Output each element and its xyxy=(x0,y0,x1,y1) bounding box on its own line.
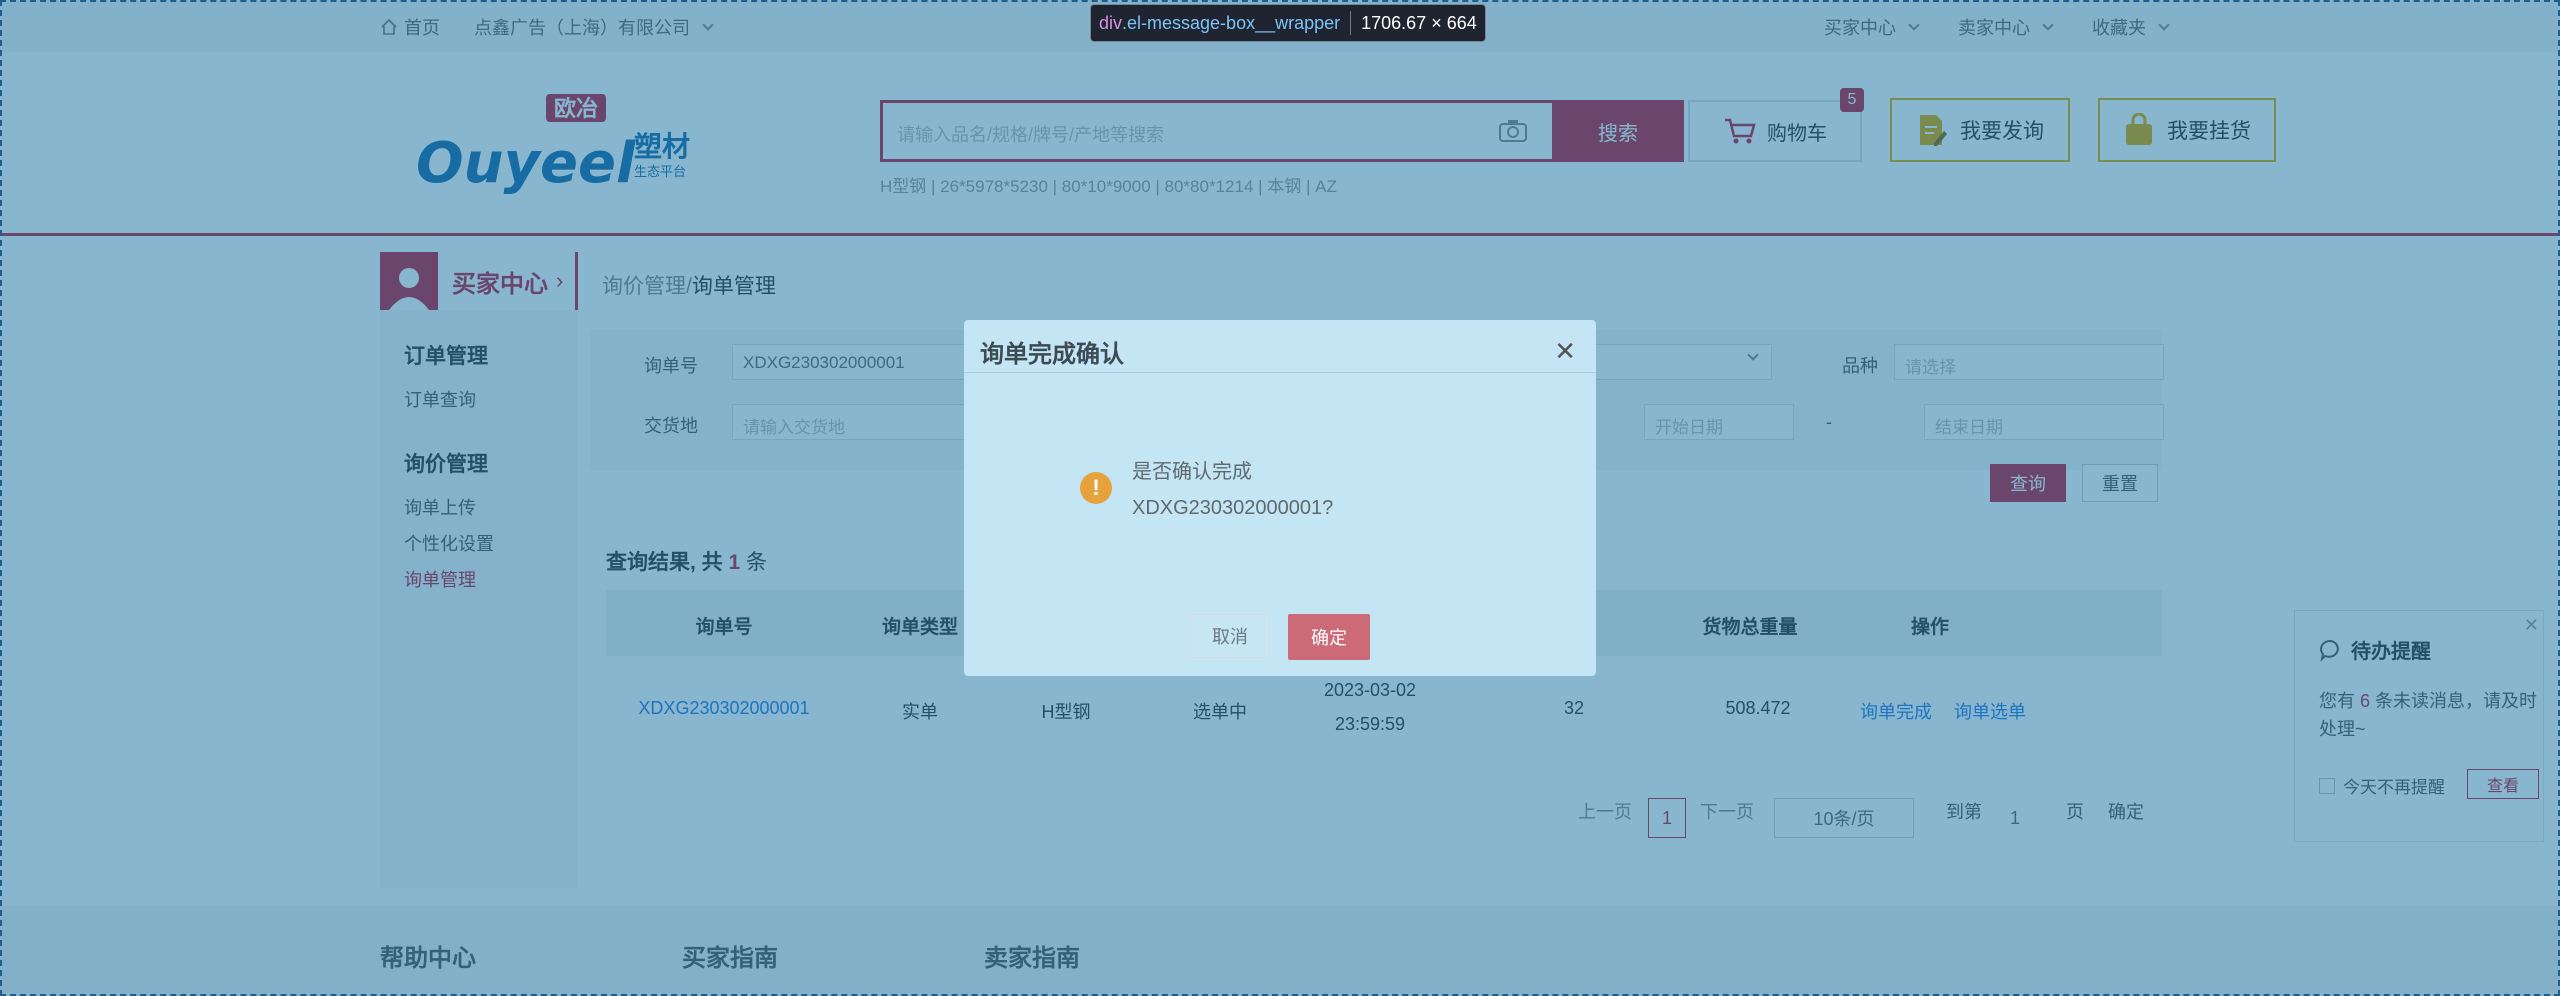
devtools-tag: div xyxy=(1099,12,1123,33)
confirm-dialog: 询单完成确认 ✕ ! 是否确认完成 XDXG230302000001? 取消 确… xyxy=(964,320,1596,676)
dialog-message-line2: XDXG230302000001? xyxy=(1132,497,1334,519)
devtools-size: 1706.67 × 664 xyxy=(1361,12,1477,33)
dialog-message-line1: 是否确认完成 xyxy=(1132,461,1252,483)
dialog-title: 询单完成确认 xyxy=(980,341,1124,368)
dialog-message: 是否确认完成 XDXG230302000001? xyxy=(1132,454,1333,526)
cancel-button[interactable]: 取消 xyxy=(1190,614,1270,658)
warning-icon: ! xyxy=(1080,472,1112,504)
devtools-inspect-tooltip: div .el-message-box__wrapper 1706.67 × 66… xyxy=(1090,4,1486,42)
close-icon[interactable]: ✕ xyxy=(1554,336,1576,367)
confirm-button[interactable]: 确定 xyxy=(1288,614,1370,660)
devtools-divider xyxy=(1350,11,1352,35)
devtools-selector: .el-message-box__wrapper xyxy=(1122,12,1341,33)
dialog-divider xyxy=(964,372,1596,373)
